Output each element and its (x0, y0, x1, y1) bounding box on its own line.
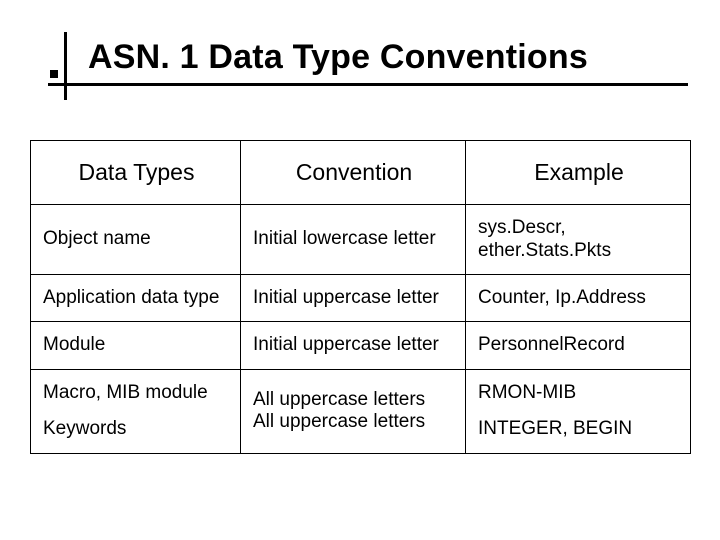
cell-example-line: RMON-MIB (478, 382, 680, 404)
table-row: Macro, MIB module Keywords All uppercase… (31, 369, 691, 453)
cell-convention: All uppercase letters All uppercase lett… (241, 369, 466, 453)
col-header-convention: Convention (241, 141, 466, 205)
spacer (43, 404, 230, 418)
cell-convention: Initial uppercase letter (241, 322, 466, 369)
cell-datatype-line: Keywords (43, 418, 230, 440)
cell-example: RMON-MIB INTEGER, BEGIN (466, 369, 691, 453)
col-header-example: Example (466, 141, 691, 205)
table-row: Module Initial uppercase letter Personne… (31, 322, 691, 369)
cell-convention-line: All uppercase letters (253, 411, 455, 433)
cell-convention: Initial uppercase letter (241, 274, 466, 321)
table-header-row: Data Types Convention Example (31, 141, 691, 205)
cell-datatype-line: Macro, MIB module (43, 382, 230, 404)
slide: ASN. 1 Data Type Conventions Data Types … (0, 0, 720, 540)
cell-convention: Initial lowercase letter (241, 205, 466, 275)
cell-datatype: Object name (31, 205, 241, 275)
cell-example: Counter, Ip.Address (466, 274, 691, 321)
cell-example: PersonnelRecord (466, 322, 691, 369)
cell-example: sys.Descr, ether.Stats.Pkts (466, 205, 691, 275)
table-row: Object name Initial lowercase letter sys… (31, 205, 691, 275)
cell-datatype: Macro, MIB module Keywords (31, 369, 241, 453)
cell-datatype: Application data type (31, 274, 241, 321)
title-horizontal-rule (48, 83, 688, 86)
page-title: ASN. 1 Data Type Conventions (88, 38, 690, 77)
cell-example-line: INTEGER, BEGIN (478, 418, 680, 440)
title-block: ASN. 1 Data Type Conventions (48, 38, 690, 86)
cell-datatype: Module (31, 322, 241, 369)
col-header-datatype: Data Types (31, 141, 241, 205)
conventions-table: Data Types Convention Example Object nam… (30, 140, 691, 454)
spacer (478, 404, 680, 418)
table-row: Application data type Initial uppercase … (31, 274, 691, 321)
cell-convention-line: All uppercase letters (253, 389, 455, 411)
